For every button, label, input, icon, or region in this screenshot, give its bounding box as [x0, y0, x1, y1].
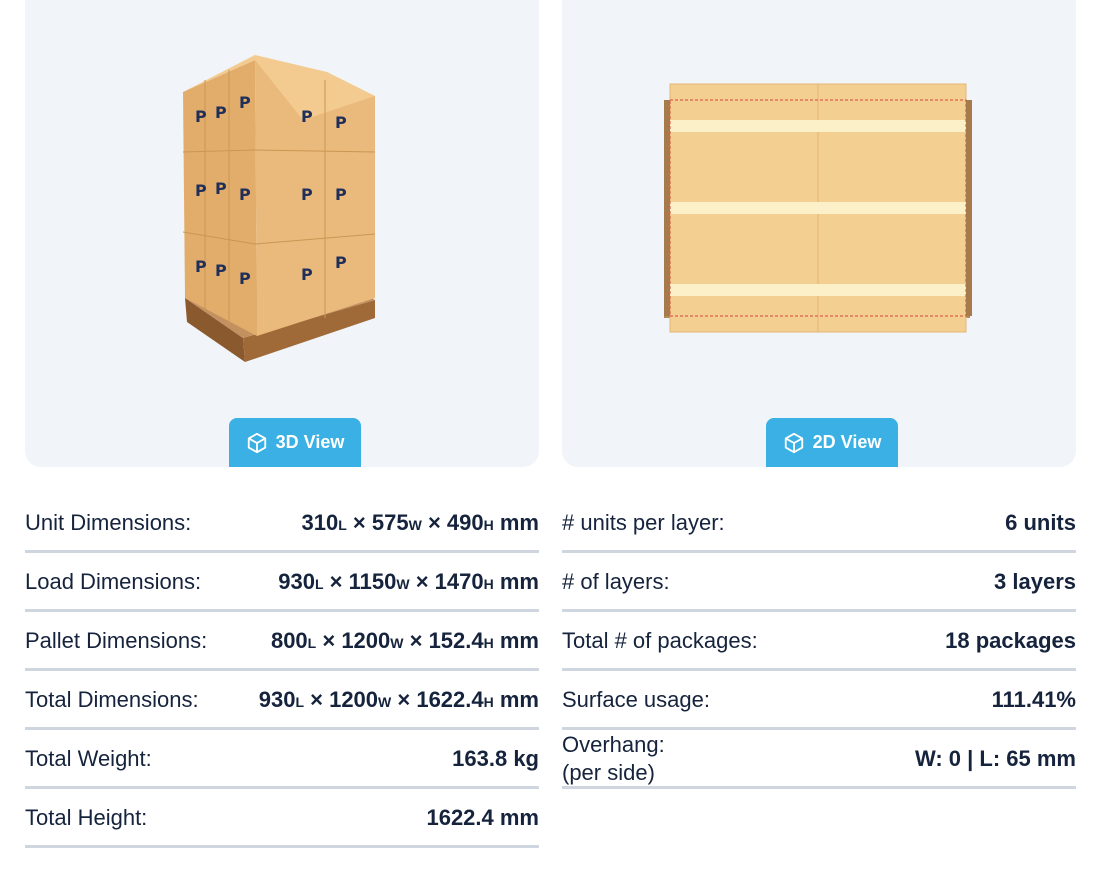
box-logo-mark: P — [195, 107, 207, 126]
dimension-axis-suffix: H — [483, 576, 494, 592]
box-logo-mark: P — [335, 185, 347, 204]
overhang-row: Overhang: (per side) W: 0 | L: 65 mm — [562, 732, 1076, 789]
total-height-row: Total Height: 1622.4 mm — [25, 791, 539, 848]
dimension-axis-suffix: W — [408, 517, 422, 533]
row-label: Overhang: (per side) — [562, 731, 665, 787]
dimension-axis-suffix: W — [396, 576, 410, 592]
dimension-axis-suffix: H — [483, 694, 494, 710]
box-logo-mark: P — [301, 265, 313, 284]
box-logo-mark: P — [195, 257, 207, 276]
row-value: 310L × 575W × 490H mm — [301, 510, 539, 535]
total-weight-row: Total Weight: 163.8 kg — [25, 732, 539, 789]
layers-row: # of layers: 3 layers — [562, 555, 1076, 612]
3d-view-label: 3D View — [275, 432, 345, 452]
3d-pallet-render[interactable]: P PPP PP P P P PP P P PP — [25, 0, 539, 418]
row-label: Total Height: — [25, 805, 148, 830]
dimension-axis-suffix: L — [338, 517, 347, 533]
dimension-axis-suffix: H — [483, 517, 494, 533]
box-logo-mark: P — [215, 103, 227, 122]
load-dimensions-row: Load Dimensions: 930L × 1150W × 1470H mm — [25, 555, 539, 612]
row-label: Total # of packages: — [562, 628, 758, 653]
row-label: # of layers: — [562, 569, 670, 594]
row-label: Load Dimensions: — [25, 569, 202, 594]
dimension-axis-suffix: H — [483, 635, 494, 651]
row-label: Surface usage: — [562, 687, 710, 712]
row-value: 6 units — [1005, 510, 1076, 535]
3d-view-button[interactable]: 3D View — [229, 418, 361, 467]
row-value: 1622.4 mm — [426, 805, 539, 830]
row-value: 111.41% — [991, 687, 1076, 712]
units-per-layer-row: # units per layer: 6 units — [562, 496, 1076, 553]
dimension-axis-suffix: L — [315, 576, 324, 592]
row-value: 930L × 1150W × 1470H mm — [278, 569, 539, 594]
row-value: 18 packages — [945, 628, 1076, 653]
box-logo-mark: P — [239, 93, 251, 112]
row-label: Pallet Dimensions: — [25, 628, 208, 653]
row-label: Total Dimensions: — [25, 687, 199, 712]
row-value: W: 0 | L: 65 mm — [914, 746, 1076, 771]
row-label: Unit Dimensions: — [25, 510, 192, 535]
pallet-dimensions-row: Pallet Dimensions: 800L × 1200W × 152.4H… — [25, 614, 539, 671]
box-logo-mark: P — [215, 179, 227, 198]
box-logo-mark: P — [239, 185, 251, 204]
row-label: Total Weight: — [25, 746, 152, 771]
2d-view-button[interactable]: 2D View — [766, 418, 898, 467]
box-logo-mark: P — [215, 261, 227, 280]
overhang-label: Overhang: — [562, 732, 665, 757]
box-logo-mark: P — [335, 253, 347, 272]
2d-view-panel[interactable]: 2D View — [562, 0, 1076, 467]
row-value: 930L × 1200W × 1622.4H mm — [258, 687, 539, 712]
surface-usage-row: Surface usage: 111.41% — [562, 673, 1076, 730]
box-logo-mark: P — [335, 113, 347, 132]
box-logo-mark: P — [239, 269, 251, 288]
cube-icon — [784, 432, 803, 453]
dimension-axis-suffix: W — [378, 694, 392, 710]
2d-pallet-render[interactable] — [562, 0, 1076, 418]
packing-summary-list: # units per layer: 6 units # of layers: … — [562, 496, 1076, 791]
box-logo-mark: P — [301, 185, 313, 204]
cube-icon — [247, 432, 266, 453]
box-logo-mark: P — [195, 181, 207, 200]
unit-dimensions-row: Unit Dimensions: 310L × 575W × 490H mm — [25, 496, 539, 553]
row-value: 163.8 kg — [452, 746, 539, 771]
box-logo-mark: P — [301, 107, 313, 126]
total-dimensions-row: Total Dimensions: 930L × 1200W × 1622.4H… — [25, 673, 539, 730]
overhang-sublabel: (per side) — [562, 760, 655, 785]
2d-view-label: 2D View — [812, 432, 882, 452]
dimension-axis-suffix: L — [307, 635, 317, 651]
dimension-axis-suffix: L — [295, 694, 304, 710]
dimension-axis-suffix: W — [390, 635, 404, 651]
total-packages-row: Total # of packages: 18 packages — [562, 614, 1076, 671]
load-dimensions-list: Unit Dimensions: 310L × 575W × 490H mm L… — [25, 496, 539, 850]
row-label: # units per layer: — [562, 510, 725, 535]
row-value: 3 layers — [994, 569, 1076, 594]
3d-view-panel[interactable]: PPPPPPPPPPPPPPP 3D View — [25, 0, 539, 467]
row-value: 800L × 1200W × 152.4H mm — [270, 628, 539, 653]
